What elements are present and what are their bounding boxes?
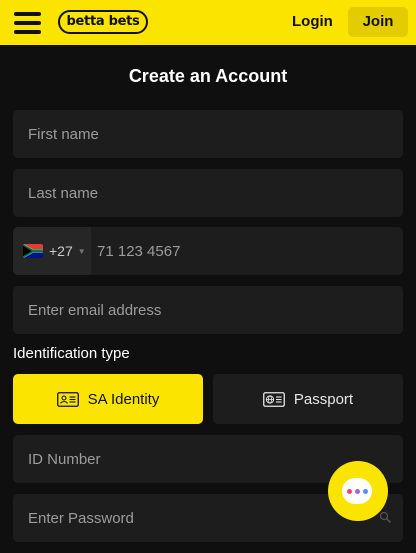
passport-option[interactable]: Passport xyxy=(213,374,403,424)
email-input[interactable] xyxy=(13,286,403,334)
chat-button[interactable] xyxy=(328,461,388,521)
show-password-icon[interactable] xyxy=(378,510,392,524)
hamburger-menu-icon[interactable] xyxy=(14,12,41,34)
phone-number-input[interactable] xyxy=(91,227,403,275)
first-name-input[interactable] xyxy=(13,110,403,158)
login-link[interactable]: Login xyxy=(292,13,333,30)
passport-label: Passport xyxy=(293,390,354,408)
south-africa-flag-icon xyxy=(23,244,43,258)
country-code-select[interactable]: +27 ▼ xyxy=(13,227,91,275)
last-name-field xyxy=(13,169,403,217)
top-header: betta bets Login Join xyxy=(0,0,416,45)
bettabets-logo[interactable]: betta bets xyxy=(58,10,148,34)
phone-field: +27 ▼ xyxy=(13,227,403,275)
chat-icon xyxy=(342,478,372,504)
id-card-icon xyxy=(56,391,79,407)
sa-identity-label: SA Identity xyxy=(87,390,160,408)
join-button[interactable]: Join xyxy=(348,7,408,37)
identification-type-label: Identification type xyxy=(13,345,130,362)
last-name-input[interactable] xyxy=(13,169,403,217)
first-name-field xyxy=(13,110,403,158)
chevron-down-icon: ▼ xyxy=(77,246,86,256)
passport-icon xyxy=(262,391,285,407)
sa-identity-option[interactable]: SA Identity xyxy=(13,374,203,424)
page-title: Create an Account xyxy=(128,66,288,86)
email-field xyxy=(13,286,403,334)
dial-code: +27 xyxy=(49,243,73,259)
